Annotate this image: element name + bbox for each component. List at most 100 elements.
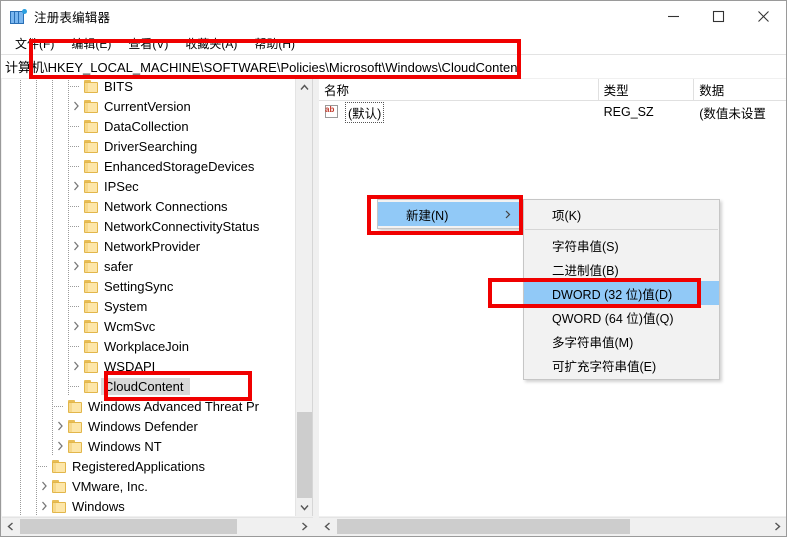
chevron-right-icon[interactable]: [68, 318, 84, 334]
folder-icon: [84, 299, 99, 313]
tree-guide-line: [20, 176, 21, 196]
menu-file[interactable]: 文件(F): [7, 33, 63, 54]
submenu-item-3[interactable]: DWORD (32 位)值(D): [524, 281, 719, 305]
menu-help[interactable]: 帮助(H): [246, 33, 304, 54]
submenu-item-1[interactable]: 字符串值(S): [524, 233, 719, 257]
tree-guide-line: [20, 456, 21, 476]
folder-icon: [84, 79, 99, 93]
tree-item-windows-nt[interactable]: Windows NT: [2, 436, 292, 456]
chevron-right-icon[interactable]: [68, 358, 84, 374]
tree-item-label: BITS: [104, 79, 133, 94]
tree-item-ipsec[interactable]: IPSec: [2, 176, 292, 196]
tree-guide-line: [20, 256, 21, 276]
address-bar[interactable]: 计算机\HKEY_LOCAL_MACHINE\SOFTWARE\Policies…: [1, 54, 786, 78]
tree-item-cloudcontent[interactable]: CloudContent: [2, 376, 292, 396]
tree-guide-line: [36, 96, 37, 116]
tree-horizontal-scrollbar[interactable]: [2, 517, 313, 535]
tree-scroll-thumb[interactable]: [297, 412, 312, 498]
chevron-right-icon[interactable]: [52, 438, 68, 454]
tree-guide-line: [52, 416, 53, 436]
tree-item-wcmsvc[interactable]: WcmSvc: [2, 316, 292, 336]
menu-edit[interactable]: 编辑(E): [63, 33, 120, 54]
chevron-right-icon[interactable]: [68, 178, 84, 194]
tree-guide-line: [20, 136, 21, 156]
tree-vertical-scrollbar[interactable]: [295, 79, 312, 516]
close-button[interactable]: [741, 1, 786, 32]
value-name-cell[interactable]: ab (默认): [319, 101, 599, 123]
tree-item-datacollection[interactable]: DataCollection: [2, 116, 292, 136]
submenu-item-4[interactable]: QWORD (64 位)值(Q): [524, 305, 719, 329]
chevron-right-icon[interactable]: [36, 478, 52, 494]
column-header-name[interactable]: 名称: [319, 79, 599, 100]
tree-item-registeredapplications[interactable]: RegisteredApplications: [2, 456, 292, 476]
submenu-item-label: 项(K): [552, 208, 582, 223]
tree-item-windows-defender[interactable]: Windows Defender: [2, 416, 292, 436]
maximize-button[interactable]: [696, 1, 741, 32]
tree-guide-line: [68, 96, 69, 116]
list-horizontal-scrollbar[interactable]: [319, 517, 786, 535]
chevron-right-icon[interactable]: [52, 418, 68, 434]
context-menu-item-new-label: 新建(N): [406, 208, 449, 223]
tree-guide-line: [52, 296, 53, 316]
minimize-button[interactable]: [651, 1, 696, 32]
tree-scroll-up-icon[interactable]: [296, 79, 312, 96]
tree-item-label: WcmSvc: [104, 318, 156, 334]
tree-item-network-connections[interactable]: Network Connections: [2, 196, 292, 216]
column-header-data[interactable]: 数据: [694, 79, 786, 100]
chevron-right-icon[interactable]: [68, 98, 84, 114]
submenu-item-5[interactable]: 多字符串值(M): [524, 329, 719, 353]
tree-guide-line: [20, 79, 21, 96]
new-submenu: 项(K) 字符串值(S) 二进制值(B) DWORD (32 位)值(D) QWORD …: [523, 199, 720, 380]
submenu-item-2[interactable]: 二进制值(B): [524, 257, 719, 281]
tree-item-networkconnectivitystatus[interactable]: NetworkConnectivityStatus: [2, 216, 292, 236]
tree-item-enhancedstoragedevices[interactable]: EnhancedStorageDevices: [2, 156, 292, 176]
tree-guide-line: [36, 416, 37, 436]
tree-guide-line: [36, 216, 37, 236]
tree-scroll-down-icon[interactable]: [296, 499, 312, 516]
tree-item-label: NetworkConnectivityStatus: [104, 218, 260, 234]
tree-item-bits[interactable]: BITS: [2, 79, 292, 96]
chevron-right-icon[interactable]: [36, 498, 52, 514]
submenu-item-6[interactable]: 可扩充字符串值(E): [524, 353, 719, 377]
context-menu-item-new[interactable]: 新建(N): [378, 202, 521, 226]
tree-guide-line: [36, 496, 37, 516]
menu-favorites[interactable]: 收藏夹(A): [177, 33, 246, 54]
tree-item-workplacejoin[interactable]: WorkplaceJoin: [2, 336, 292, 356]
menu-view[interactable]: 查看(V): [120, 33, 177, 54]
tree-item-windows-advanced-threat-pr[interactable]: Windows Advanced Threat Pr: [2, 396, 292, 416]
chevron-right-icon[interactable]: [68, 258, 84, 274]
tree-item-driversearching[interactable]: DriverSearching: [2, 136, 292, 156]
tree-item-networkprovider[interactable]: NetworkProvider: [2, 236, 292, 256]
tree-item-system[interactable]: System: [2, 296, 292, 316]
tree-item-windows[interactable]: Windows: [2, 496, 292, 516]
tree-guide-line: [20, 116, 21, 136]
column-header-type[interactable]: 类型: [599, 79, 695, 100]
list-hscroll-thumb[interactable]: [337, 519, 630, 534]
tree-guide-line: [68, 156, 69, 176]
tree-guide-line: [52, 256, 53, 276]
table-row[interactable]: ab (默认) REG_SZ (数值未设置: [319, 101, 786, 123]
tree-guide-line: [52, 316, 53, 336]
list-hscroll-right-icon[interactable]: [769, 518, 786, 535]
tree-guide-line: [36, 156, 37, 176]
tree-guide-line: [68, 316, 69, 336]
tree-guide-line: [68, 296, 69, 316]
tree-guide-line: [20, 436, 21, 456]
tree-guide-line: [20, 236, 21, 256]
submenu-item-label: 多字符串值(M): [552, 335, 634, 350]
folder-icon: [84, 119, 99, 133]
tree-guide-line: [52, 79, 53, 96]
tree-hscroll-thumb[interactable]: [20, 519, 237, 534]
chevron-right-icon[interactable]: [68, 238, 84, 254]
tree-hscroll-left-icon[interactable]: [2, 518, 19, 535]
list-hscroll-left-icon[interactable]: [319, 518, 336, 535]
tree-item-safer[interactable]: safer: [2, 256, 292, 276]
submenu-item-0[interactable]: 项(K): [524, 202, 719, 226]
tree-hscroll-right-icon[interactable]: [296, 518, 313, 535]
tree-item-settingsync[interactable]: SettingSync: [2, 276, 292, 296]
tree-item-wsdapi[interactable]: WSDAPI: [2, 356, 292, 376]
tree-guide-line: [68, 116, 69, 136]
tree-item-vmware-inc[interactable]: VMware, Inc.: [2, 476, 292, 496]
folder-icon: [68, 399, 83, 413]
tree-item-currentversion[interactable]: CurrentVersion: [2, 96, 292, 116]
